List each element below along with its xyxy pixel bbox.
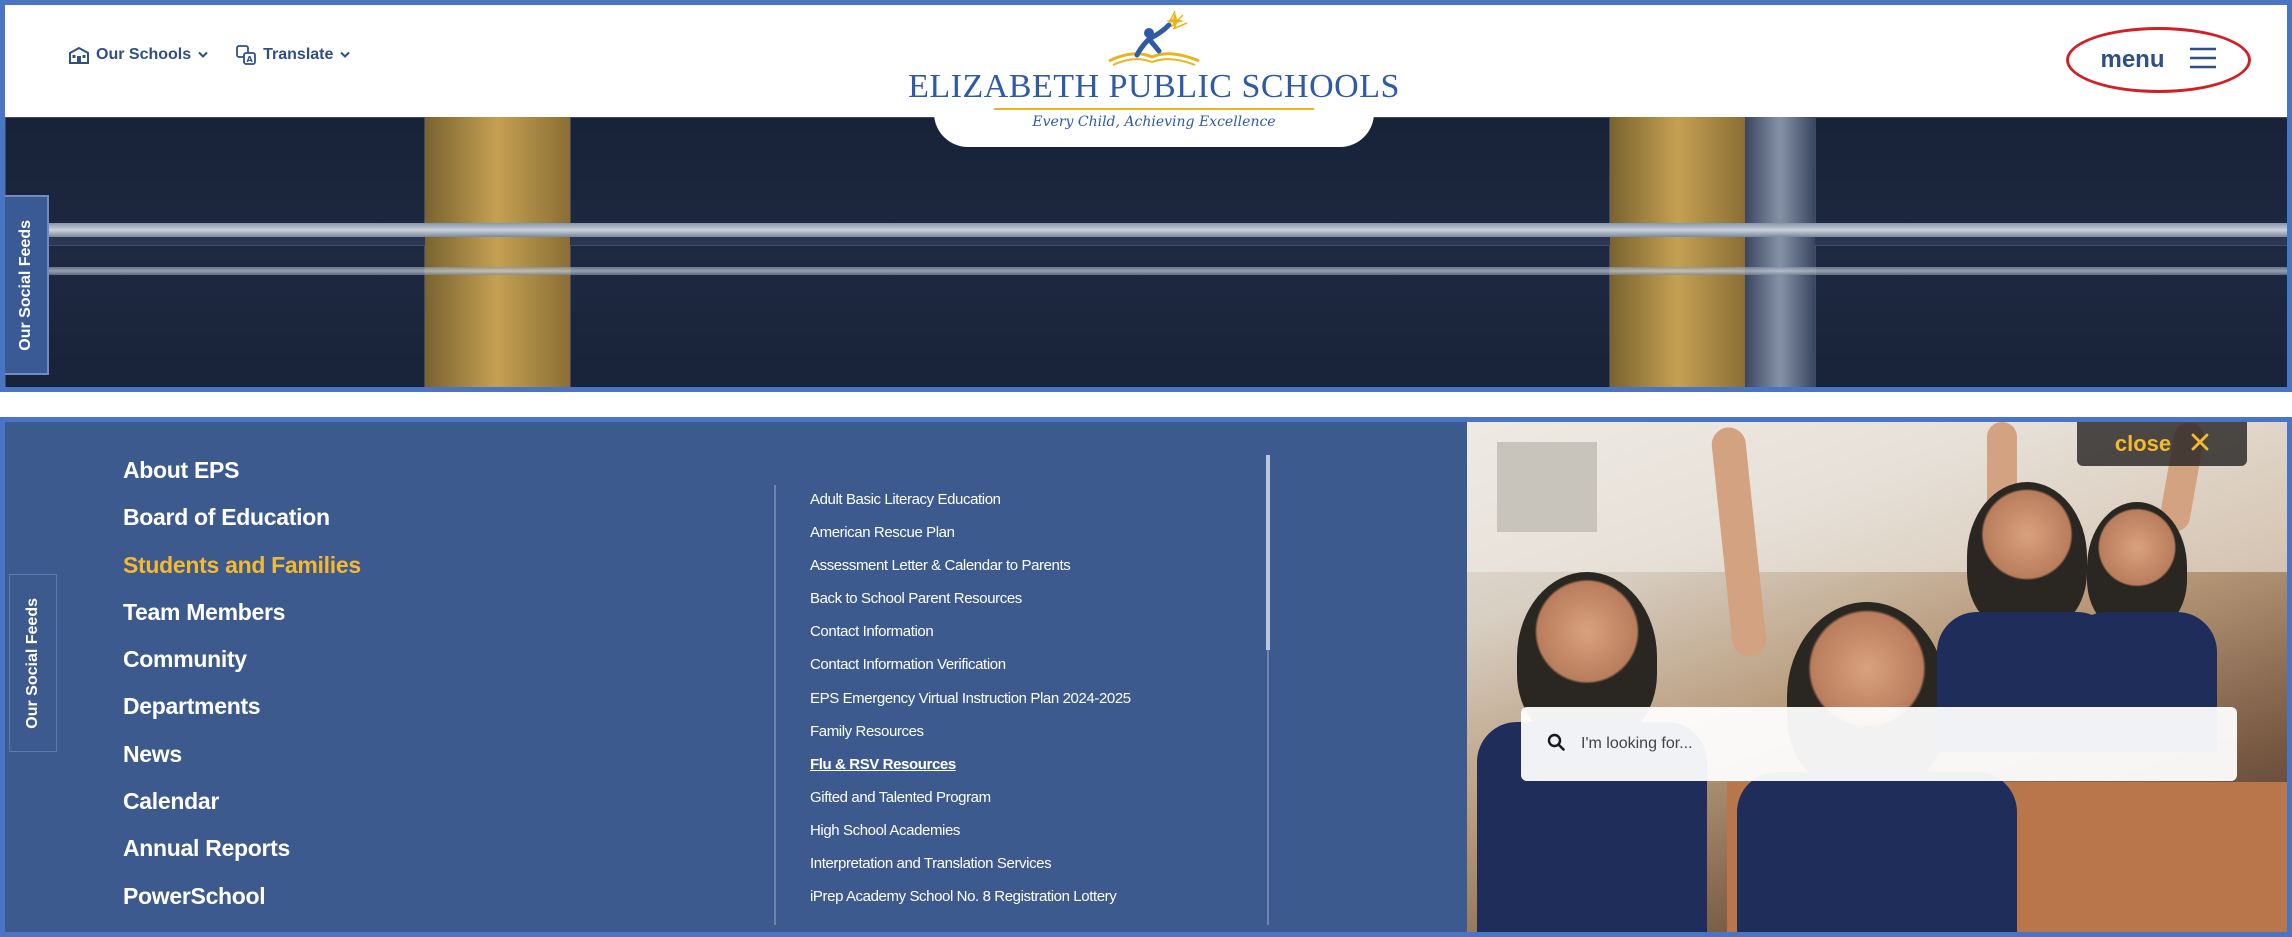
- site-search-box: [1521, 707, 2237, 781]
- submenu-item[interactable]: Assessment Letter & Calendar to Parents: [810, 556, 1131, 589]
- close-label: close: [2114, 431, 2172, 456]
- school-building-icon: [69, 46, 89, 64]
- submenu-item[interactable]: High School Academies: [810, 821, 1131, 854]
- translate-label: Translate: [263, 46, 334, 63]
- reading-child-logo-icon: [1089, 10, 1219, 74]
- bus-pillar: [1610, 117, 1745, 387]
- our-schools-dropdown[interactable]: Our Schools: [69, 46, 208, 64]
- our-schools-label: Our Schools: [96, 46, 192, 63]
- close-icon: [2191, 433, 2209, 456]
- expanded-menu-panel: Our Social Feeds About EPS Board of Educ…: [0, 417, 2292, 937]
- hamburger-icon: [2189, 47, 2217, 74]
- logo-divider: [994, 108, 1314, 110]
- social-feeds-tab[interactable]: Our Social Feeds: [9, 574, 57, 752]
- site-header-panel: Our Schools A Translate menu ELIZABETH P…: [0, 0, 2292, 392]
- chevron-down-icon: [340, 51, 351, 59]
- menu-item-about-eps[interactable]: About EPS: [123, 450, 361, 497]
- window-rail: [5, 223, 2287, 237]
- submenu-item-flu-rsv-resources[interactable]: Flu & RSV Resources: [810, 755, 1131, 788]
- bus-post: [1745, 117, 1815, 387]
- search-input[interactable]: [1581, 735, 2201, 753]
- submenu-item[interactable]: Interpretation and Translation Services: [810, 854, 1131, 887]
- scrollbar-thumb[interactable]: [1266, 455, 1270, 650]
- students-raising-hands-photo: close: [1467, 422, 2287, 932]
- submenu-item[interactable]: EPS Emergency Virtual Instruction Plan 2…: [810, 689, 1131, 722]
- bus-pillar: [425, 117, 570, 387]
- storage-bins: [1497, 442, 1597, 532]
- menu-item-departments[interactable]: Departments: [123, 686, 361, 733]
- student: [1967, 482, 2087, 632]
- logo-tagline: Every Child, Achieving Excellence: [1032, 114, 1276, 130]
- submenu-students-and-families: Adult Basic Literacy Education American …: [810, 490, 1131, 920]
- submenu-scrollbar[interactable]: [1266, 455, 1270, 925]
- submenu-item[interactable]: Contact Information: [810, 622, 1131, 655]
- submenu-item[interactable]: Gifted and Talented Program: [810, 788, 1131, 821]
- menu-item-powerschool[interactable]: PowerSchool: [123, 876, 361, 923]
- menu-item-team-members[interactable]: Team Members: [123, 592, 361, 639]
- menu-divider: [774, 485, 776, 925]
- menu-navigation-area: Our Social Feeds About EPS Board of Educ…: [5, 422, 1467, 932]
- translate-icon: A: [236, 45, 257, 65]
- bus-window: [1815, 117, 2287, 227]
- menu-item-community[interactable]: Community: [123, 639, 361, 686]
- menu-item-annual-reports[interactable]: Annual Reports: [123, 828, 361, 875]
- chevron-down-icon: [198, 51, 208, 59]
- menu-item-news[interactable]: News: [123, 734, 361, 781]
- menu-item-calendar[interactable]: Calendar: [123, 781, 361, 828]
- submenu-item[interactable]: Back to School Parent Resources: [810, 589, 1131, 622]
- menu-label: menu: [2100, 46, 2165, 73]
- social-feeds-label: Our Social Feeds: [17, 219, 34, 351]
- translate-dropdown[interactable]: A Translate: [236, 45, 351, 65]
- menu-button[interactable]: menu: [2066, 27, 2251, 93]
- window-rail: [5, 267, 2287, 275]
- social-feeds-label: Our Social Feeds: [24, 597, 41, 729]
- logo-title: ELIZABETH PUBLIC SCHOOLS: [908, 68, 1400, 105]
- submenu-item[interactable]: American Rescue Plan: [810, 523, 1131, 556]
- submenu-item[interactable]: Contact Information Verification: [810, 655, 1131, 688]
- close-menu-button[interactable]: close: [2077, 422, 2247, 466]
- utility-nav: Our Schools A Translate: [69, 45, 351, 65]
- hero-image-school-bus: [5, 117, 2287, 387]
- bus-window: [5, 117, 425, 227]
- primary-menu: About EPS Board of Education Students an…: [123, 450, 361, 923]
- social-feeds-tab[interactable]: Our Social Feeds: [5, 195, 49, 375]
- submenu-item[interactable]: iPrep Academy School No. 8 Registration …: [810, 887, 1131, 920]
- menu-item-students-and-families[interactable]: Students and Families: [123, 545, 361, 592]
- submenu-item[interactable]: Family Resources: [810, 722, 1131, 755]
- submenu-item[interactable]: Adult Basic Literacy Education: [810, 490, 1131, 523]
- svg-text:A: A: [247, 55, 254, 64]
- site-logo[interactable]: ELIZABETH PUBLIC SCHOOLS Every Child, Ac…: [908, 5, 1399, 147]
- student-uniform: [1737, 772, 2017, 932]
- menu-item-board-of-education[interactable]: Board of Education: [123, 497, 361, 544]
- search-icon: [1547, 733, 1565, 756]
